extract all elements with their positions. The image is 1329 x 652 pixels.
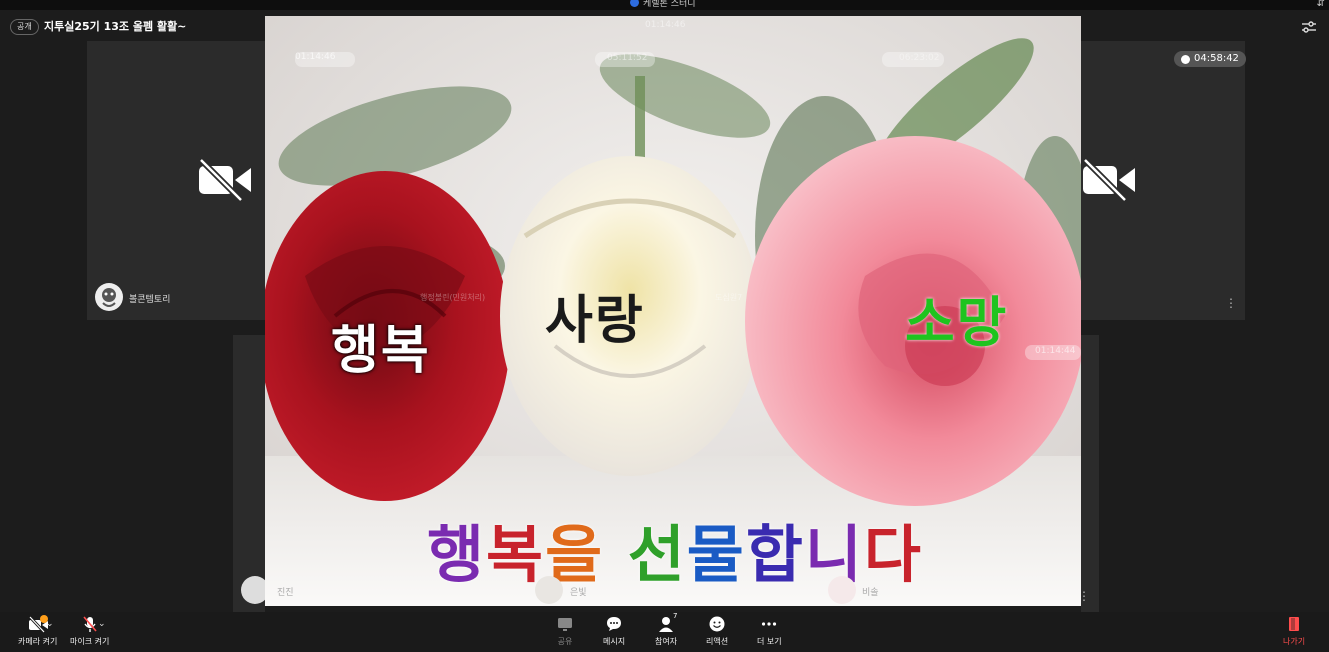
faded-name: 도심원7 xyxy=(715,293,743,302)
meeting-toolbar: 카메라 켜기 ⌄ 마이크 켜기 ⌄ 공유 메시지 7 참여자 리액션 더 보기 … xyxy=(0,612,1329,652)
window-top-strip: 케렐론 스터디 ⇵ xyxy=(0,0,1329,10)
video-tile-bottom-4[interactable] xyxy=(1081,335,1099,612)
gift-message-char: 선 xyxy=(627,518,687,591)
camera-options-chevron-icon[interactable]: ⌄ xyxy=(46,619,54,629)
participant-name: 비솔 xyxy=(862,588,879,598)
timer-value: 04:58:42 xyxy=(1194,53,1239,64)
word-hope: 소망 xyxy=(905,290,1009,354)
camera-off-icon xyxy=(1082,158,1135,202)
participants-button[interactable]: 7 참여자 xyxy=(655,612,678,647)
leave-button[interactable]: 나가기 xyxy=(1283,615,1305,647)
host-indicator: 케렐론 스터디 xyxy=(630,0,696,9)
more-label: 더 보기 xyxy=(757,637,782,646)
room-title: 지투실25기 13조 올펨 활활~ xyxy=(44,20,187,33)
video-tile-top-left[interactable]: 볼콘템토리 xyxy=(87,41,265,320)
faded-timer: 06:23:02 xyxy=(899,53,940,63)
gift-message-char: 합 xyxy=(745,518,805,591)
smiley-icon xyxy=(709,616,725,632)
share-screen-icon xyxy=(558,618,572,631)
faded-timer: 05:11:52 xyxy=(607,53,648,63)
message-button[interactable]: 메시지 xyxy=(603,615,625,647)
mic-options-chevron-icon[interactable]: ⌄ xyxy=(98,619,106,629)
participant-name: 진진 xyxy=(277,588,294,598)
faded-timer: 01:14:46 xyxy=(645,20,686,30)
reaction-label: 리액션 xyxy=(706,637,729,646)
participant-name: 볼콘템토리 xyxy=(129,295,171,305)
faded-name: 행정볼린(민원처리) xyxy=(420,293,486,302)
avatar xyxy=(95,283,123,311)
participant-name: 은빛 xyxy=(570,588,587,598)
session-timer: 04:58:42 xyxy=(1174,51,1246,67)
public-badge: 공개 xyxy=(10,19,39,35)
menu-icon[interactable]: ⇵ xyxy=(1317,0,1325,9)
mic-off-icon xyxy=(83,616,97,632)
video-tile-top-right[interactable]: 04:58:42 ⋮ xyxy=(1081,41,1246,320)
participants-label: 참여자 xyxy=(655,637,678,646)
reaction-button[interactable]: 리액션 xyxy=(706,615,728,647)
camera-toggle-label: 카메라 켜기 xyxy=(18,637,58,646)
word-love: 사랑 xyxy=(545,290,645,351)
share-label: 공유 xyxy=(557,637,573,646)
word-happiness: 행복 xyxy=(331,320,431,381)
chat-bubble-icon xyxy=(607,617,622,631)
gift-message-char: 물 xyxy=(686,518,746,591)
share-button[interactable]: 공유 xyxy=(556,615,574,647)
more-button[interactable]: 더 보기 xyxy=(757,615,782,647)
host-label: 케렐론 스터디 xyxy=(643,0,696,9)
gift-message-char: 다 xyxy=(863,518,923,591)
exit-door-icon xyxy=(1289,617,1300,631)
ellipsis-icon xyxy=(762,622,777,626)
leave-label: 나가기 xyxy=(1283,637,1306,646)
more-options-icon[interactable]: ⋮ xyxy=(1078,590,1090,602)
avatar xyxy=(828,576,856,604)
shared-image-overlay: 01:14:46 01:14:46 05:11:52 06:23:02 01:1… xyxy=(265,16,1081,606)
gift-message-char: 복 xyxy=(486,518,546,591)
settings-sliders-icon[interactable] xyxy=(1301,19,1317,35)
camera-off-icon xyxy=(198,158,251,202)
more-options-icon[interactable]: ⋮ xyxy=(1225,297,1237,309)
faded-timer: 01:14:44 xyxy=(1035,346,1076,356)
video-tile-bottom-1[interactable] xyxy=(233,335,265,612)
mic-toggle-label: 마이크 켜기 xyxy=(70,637,110,646)
host-icon xyxy=(630,0,639,7)
gift-message-char xyxy=(604,518,628,591)
participants-count: 7 xyxy=(673,612,678,620)
avatar xyxy=(535,576,563,604)
gift-message-char: 행 xyxy=(427,518,487,591)
faded-timer: 01:14:46 xyxy=(295,52,336,62)
clock-icon xyxy=(1181,54,1190,64)
message-label: 메시지 xyxy=(603,637,626,646)
